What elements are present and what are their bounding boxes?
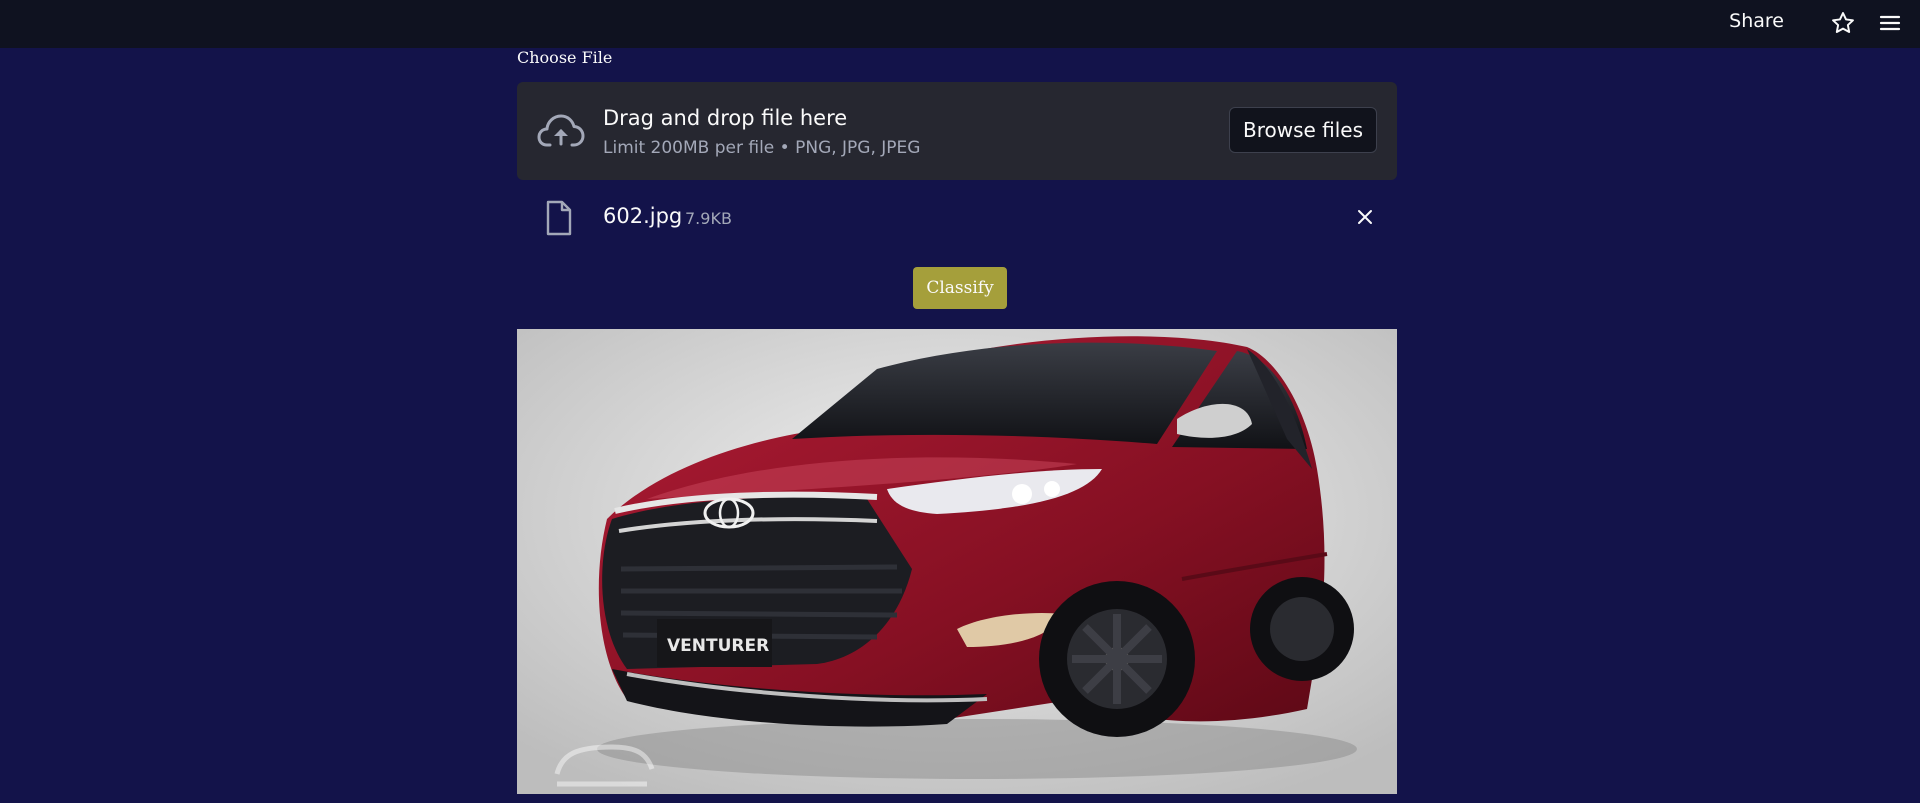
uploaded-image-preview: VENTURER (517, 329, 1397, 794)
plate-text: VENTURER (667, 636, 769, 656)
file-uploader-label: Choose File (517, 48, 613, 67)
uploaded-file-name: 602.jpg (603, 204, 683, 228)
cloud-upload-icon (537, 114, 585, 147)
share-button[interactable]: Share (1729, 10, 1784, 32)
top-toolbar: Share (0, 0, 1920, 48)
car-photo: VENTURER (517, 329, 1397, 794)
uploaded-file-size: 7.9KB (685, 209, 732, 228)
star-icon[interactable] (1830, 10, 1856, 36)
classify-button[interactable]: Classify (913, 267, 1007, 309)
dropzone-limits: Limit 200MB per file • PNG, JPG, JPEG (603, 138, 921, 158)
dropzone-title: Drag and drop file here (603, 106, 848, 130)
close-icon[interactable] (1355, 207, 1375, 227)
uploaded-file-row: 602.jpg 7.9KB (517, 198, 1397, 262)
hamburger-menu-icon[interactable] (1878, 11, 1902, 35)
file-dropzone[interactable]: Drag and drop file here Limit 200MB per … (517, 82, 1397, 180)
browse-files-button[interactable]: Browse files (1229, 107, 1377, 153)
file-icon (546, 200, 572, 236)
